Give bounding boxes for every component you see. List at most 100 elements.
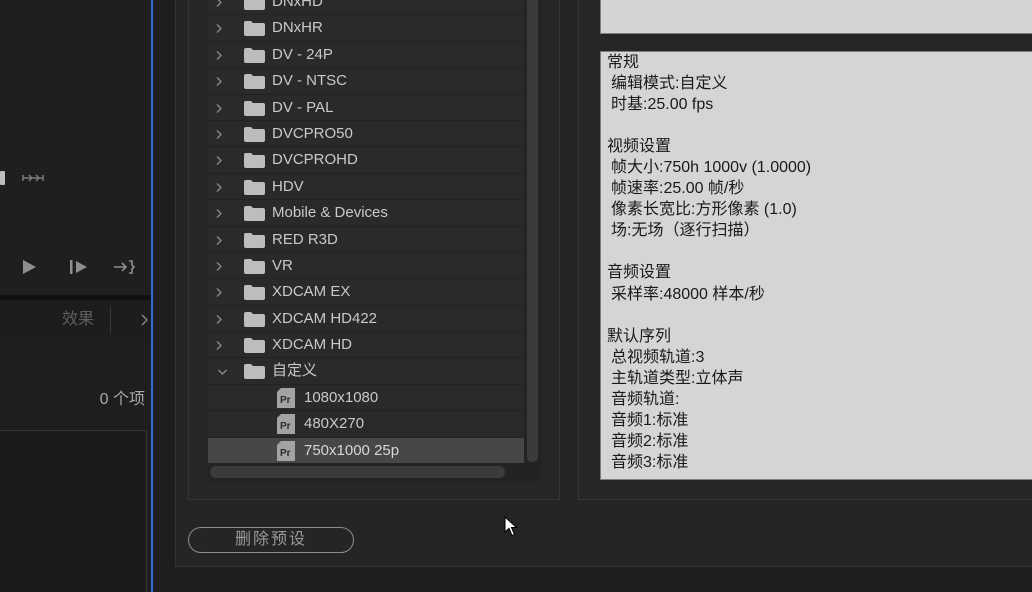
delete-preset-button[interactable]: 删除预设 [188, 527, 354, 553]
mouse-cursor [504, 516, 518, 537]
panel-focus-border [151, 0, 153, 592]
preset-row[interactable]: Pr 1080x1080 [208, 384, 524, 412]
details-line: 采样率:48000 样本/秒 [611, 285, 765, 303]
preset-folder-label: Mobile & Devices [272, 204, 388, 222]
preset-folder-label: DNxHD [272, 0, 323, 10]
preset-folder-row[interactable]: 自定义 [208, 358, 524, 385]
left-panel: 效果 0 个项 [0, 0, 151, 592]
chevron-right-icon[interactable] [215, 340, 223, 351]
play-icon[interactable] [21, 259, 37, 275]
preset-tree: DNxHD DNxHR DV - 24P DV - NTSC DV - PAL DVCPR… [207, 0, 541, 482]
details-section: 音频设置采样率:48000 样本/秒 [607, 262, 1032, 304]
preset-folder-row[interactable]: DVCPROHD [208, 147, 524, 174]
chevron-right-icon[interactable] [215, 182, 223, 193]
details-section: 默认序列 总视频轨道:3 主轨道类型:立体声 音频轨道: 音频1:标准 音频2:标准 音频3… [607, 326, 1032, 473]
chevron-right-icon[interactable] [215, 23, 223, 34]
chevron-right-icon[interactable] [215, 129, 223, 140]
preset-icon-text: Pr [280, 421, 291, 432]
preset-label: 750x1000 25p [304, 441, 400, 459]
preset-folder-row[interactable]: XDCAM EX [208, 279, 524, 306]
preset-folder-label: DNxHR [272, 19, 323, 37]
effects-list [0, 430, 147, 592]
preset-folder-label: DV - PAL [272, 98, 334, 116]
preset-folder-row[interactable]: DV - NTSC [208, 68, 524, 95]
chevron-right-icon[interactable] [215, 155, 223, 166]
horizontal-scrollbar[interactable] [210, 466, 505, 478]
details-line: 场:无场（逐行扫描） [611, 222, 760, 240]
preset-folder-label: XDCAM EX [272, 283, 351, 301]
marker-icon[interactable] [0, 171, 6, 185]
step-forward-icon[interactable] [69, 260, 89, 274]
preset-tree-rows: DNxHD DNxHR DV - 24P DV - NTSC DV - PAL DVCPR… [208, 0, 524, 465]
preset-info-panel: 常规编辑模式:自定义 时基:25.00 fps 视频设置 帧大小:750h 1000v… [578, 0, 1032, 500]
preset-row[interactable]: Pr 750x1000 25p [208, 437, 524, 465]
preset-label: 480X270 [304, 415, 365, 433]
preset-folder-row[interactable]: DNxHR [208, 15, 524, 42]
details-line: 音频2:标准 [611, 432, 689, 450]
vertical-scrollbar[interactable] [527, 0, 538, 462]
details-line: 音频轨道: [611, 390, 680, 408]
details-line: 总视频轨道:3 [611, 348, 705, 366]
folder-icon [244, 126, 265, 142]
details-section: 常规编辑模式:自定义 时基:25.00 fps [607, 52, 1032, 115]
folder-icon [244, 285, 265, 301]
details-section-heading: 常规 [607, 54, 640, 71]
details-line: 主轨道类型:立体声 [611, 369, 744, 387]
chevron-right-icon[interactable] [215, 314, 223, 325]
folder-icon [244, 74, 265, 90]
folder-icon [244, 21, 265, 37]
chevron-right-icon[interactable] [140, 314, 148, 326]
folder-icon [244, 179, 265, 195]
item-count: 0 个项 [99, 391, 145, 408]
chevron-right-icon[interactable] [215, 261, 223, 272]
preset-folder-row[interactable]: DV - 24P [208, 41, 524, 69]
insert-icon[interactable] [22, 172, 44, 184]
preset-folder-row[interactable]: DV - PAL [208, 94, 524, 121]
chevron-right-icon[interactable] [215, 103, 223, 114]
preset-folder-row[interactable]: DNxHD [208, 0, 524, 16]
details-line: 帧速率:25.00 帧/秒 [611, 180, 745, 198]
folder-icon [244, 364, 265, 380]
details-section-heading: 视频设置 [607, 138, 672, 156]
chevron-right-icon[interactable] [215, 208, 223, 219]
preset-folder-label: DVCPRO50 [272, 124, 353, 142]
chevron-right-icon[interactable] [215, 76, 223, 87]
preset-folder-row[interactable]: DVCPRO50 [208, 120, 524, 148]
chevron-right-icon[interactable] [215, 235, 223, 246]
preset-folder-label: XDCAM HD422 [272, 309, 378, 327]
preset-folder-row[interactable]: Mobile & Devices [208, 200, 524, 227]
chevron-right-icon[interactable] [215, 287, 223, 298]
chevron-right-icon[interactable] [215, 0, 223, 8]
details-line: 编辑模式:自定义 [611, 75, 728, 93]
details-section: 视频设置 帧大小:750h 1000v (1.0000) 帧速率:25.00 帧/秒… [607, 136, 1032, 241]
chevron-down-icon[interactable] [217, 368, 228, 376]
preset-folder-row[interactable]: RED R3D [208, 226, 524, 253]
folder-icon [244, 311, 265, 327]
folder-icon [244, 258, 265, 274]
details-line: 音频1:标准 [611, 411, 689, 429]
program-monitor-area [0, 0, 151, 295]
preset-folder-label: 自定义 [272, 362, 318, 380]
folder-icon [244, 232, 265, 248]
preset-folder-row[interactable]: HDV [208, 173, 524, 201]
preset-icon-text: Pr [280, 448, 291, 459]
tab-separator [110, 307, 111, 333]
details-line: 时基:25.00 fps [611, 96, 714, 114]
preset-folder-label: DVCPROHD [272, 151, 358, 169]
preset-folder-label: RED R3D [272, 230, 338, 248]
go-to-out-icon[interactable] [113, 259, 137, 275]
tab-effects[interactable]: 效果 [62, 310, 94, 330]
preset-folder-row[interactable]: XDCAM HD [208, 332, 524, 359]
details-section-heading: 音频设置 [607, 264, 672, 282]
premiere-preset-icon: Pr [277, 387, 295, 408]
chevron-right-icon[interactable] [215, 50, 223, 61]
preset-label: 1080x1080 [304, 388, 379, 406]
preset-details-box: 常规编辑模式:自定义 时基:25.00 fps 视频设置 帧大小:750h 1000v… [600, 51, 1032, 480]
folder-icon [244, 0, 265, 10]
preset-folder-row[interactable]: XDCAM HD422 [208, 305, 524, 333]
preset-row[interactable]: Pr 480X270 [208, 411, 524, 438]
new-sequence-dialog: DNxHD DNxHR DV - 24P DV - NTSC DV - PAL DVCPR… [175, 0, 1032, 567]
preset-folder-label: HDV [272, 177, 304, 195]
preset-folder-row[interactable]: VR [208, 252, 524, 280]
preset-folder-label: DV - NTSC [272, 72, 347, 90]
